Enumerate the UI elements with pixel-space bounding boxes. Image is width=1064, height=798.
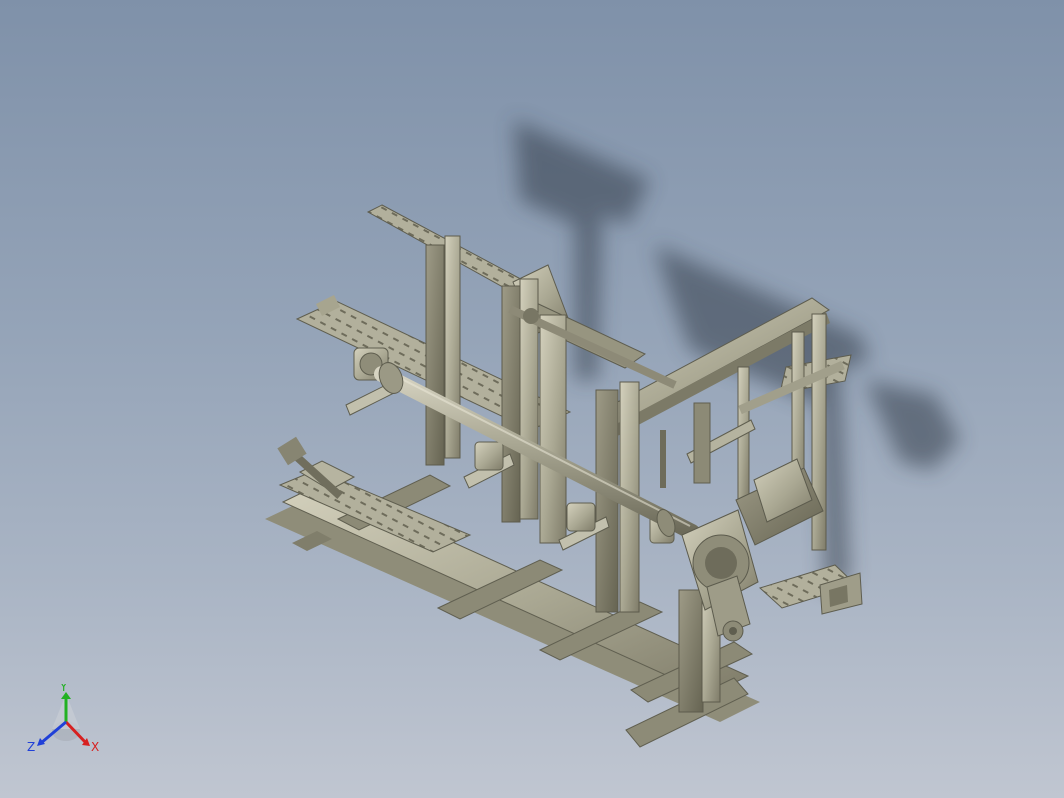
x-axis-label: X <box>91 740 99 754</box>
y-axis-label: Y <box>59 684 68 694</box>
3d-viewport[interactable]: Y X Z <box>0 0 1064 798</box>
orientation-triad[interactable]: Y X Z <box>26 684 106 758</box>
z-axis-label: Z <box>27 740 35 754</box>
assembly-model-view[interactable] <box>0 0 1064 798</box>
